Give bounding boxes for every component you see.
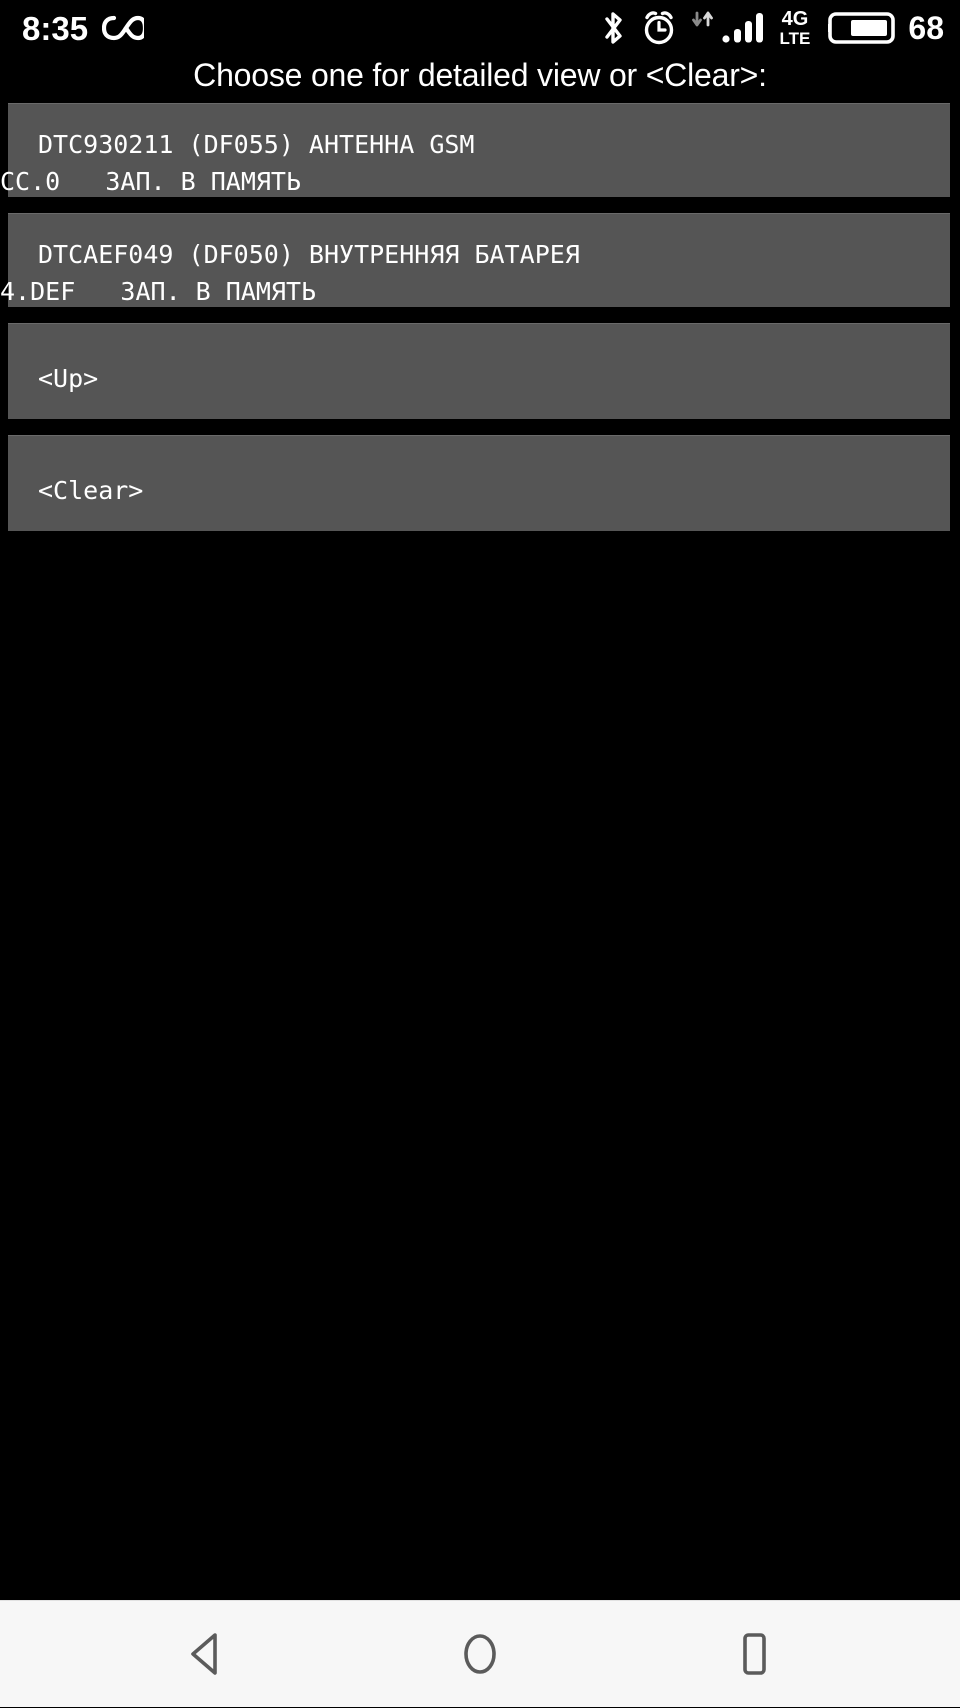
dtc-code-line: DTCAEF049 (DF050) ВНУТРЕННЯЯ БАТАРЕЯ — [38, 239, 580, 269]
dtc-code-line: DTC930211 (DF055) АНТЕННА GSM — [38, 129, 475, 159]
dtc-status-line: CC.0 ЗАП. В ПАМЯТЬ — [0, 166, 302, 196]
status-clock: 8:35 — [22, 9, 89, 47]
data-transfer-icon — [690, 9, 716, 47]
battery-percent: 68 — [908, 10, 944, 46]
up-button-label: <Up> — [38, 363, 99, 393]
page-title: Choose one for detailed view or <Clear>: — [193, 57, 767, 93]
list-item[interactable]: DTC930211 (DF055) АНТЕННА GSM CC.0 ЗАП. … — [0, 102, 950, 197]
recents-square-icon — [732, 1629, 774, 1679]
nav-back-button[interactable] — [152, 1601, 262, 1708]
back-triangle-icon — [184, 1629, 230, 1679]
alarm-clock-icon — [641, 9, 677, 47]
android-navigation-bar — [0, 1600, 960, 1707]
bluetooth-icon — [598, 9, 628, 47]
list-item[interactable]: DTCAEF049 (DF050) ВНУТРЕННЯЯ БАТАРЕЯ 4.D… — [0, 212, 950, 307]
nav-recents-button[interactable] — [698, 1601, 808, 1708]
status-bar: 8:35 4G LTE 68 — [0, 0, 960, 56]
infinity-icon — [102, 13, 145, 43]
network-4g-lte-icon: 4G LTE — [780, 9, 811, 47]
clear-button[interactable]: <Clear> — [8, 434, 950, 531]
dtc-list: DTC930211 (DF055) АНТЕННА GSM CC.0 ЗАП. … — [0, 102, 960, 1600]
status-bar-left: 8:35 — [22, 9, 145, 47]
phone-screen: 8:35 4G LTE 68 Choose one for detailed v… — [0, 0, 960, 1707]
signal-bars-icon — [721, 9, 767, 47]
page-title-bar: Choose one for detailed view or <Clear>: — [0, 56, 960, 103]
up-button[interactable]: <Up> — [8, 322, 950, 419]
home-circle-icon — [457, 1628, 503, 1680]
clear-button-label: <Clear> — [38, 475, 144, 505]
network-type-4g: 4G — [781, 8, 809, 30]
status-bar-right: 4G LTE 68 — [598, 9, 944, 47]
battery-icon — [823, 10, 896, 46]
network-type-lte: LTE — [779, 29, 811, 48]
dtc-status-line: 4.DEF ЗАП. В ПАМЯТЬ — [0, 276, 317, 306]
nav-home-button[interactable] — [425, 1601, 535, 1708]
